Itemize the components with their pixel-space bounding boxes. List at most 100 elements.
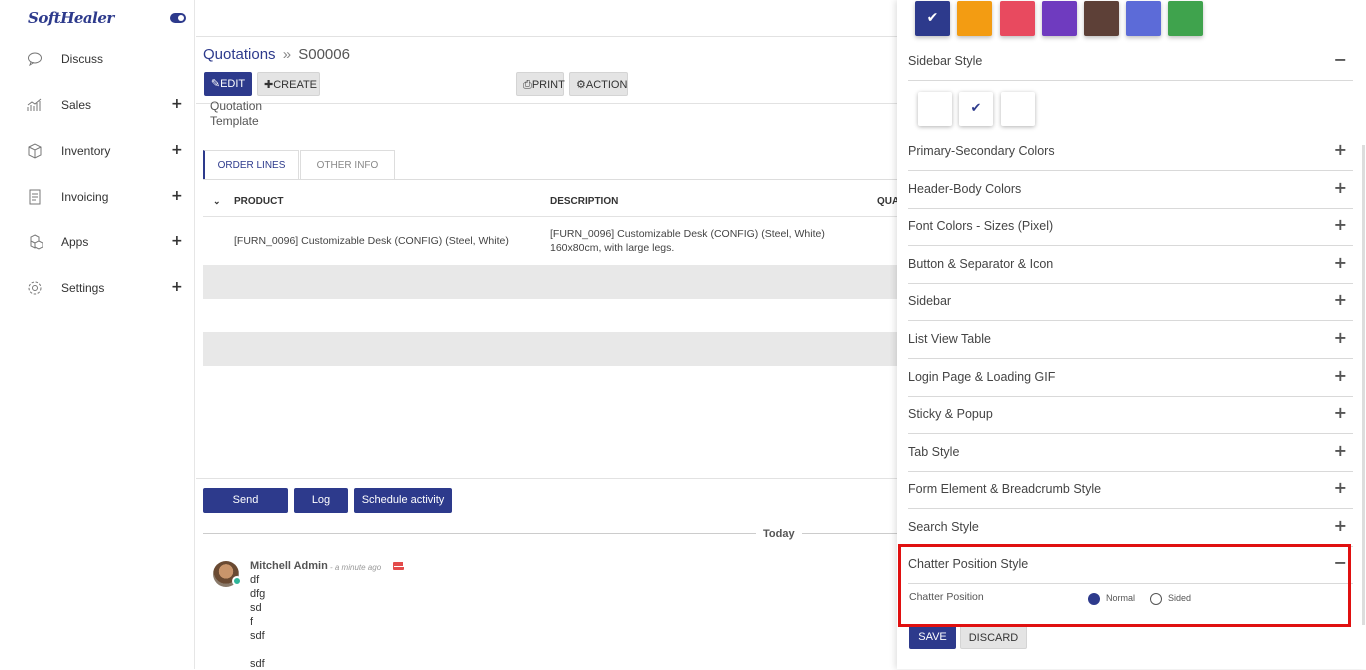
expand-icon[interactable]: +: [1334, 441, 1347, 460]
color-swatch-pink[interactable]: [1000, 1, 1035, 36]
section-primary-secondary-colors[interactable]: Primary-Secondary Colors +: [908, 134, 1353, 171]
sidebar-style-option-1[interactable]: [918, 92, 952, 126]
breadcrumb: Quotations » S00006: [203, 46, 350, 63]
action-button[interactable]: ⚙ACTION: [569, 72, 628, 96]
save-button[interactable]: SAVE: [909, 625, 956, 649]
message-author[interactable]: Mitchell Admin: [250, 560, 328, 572]
sidebar-item-discuss[interactable]: Discuss: [0, 45, 195, 75]
chevron-down-icon[interactable]: ⌄: [213, 196, 221, 207]
apps-icon: [26, 234, 44, 252]
sidebar-item-invoicing[interactable]: Invoicing +: [0, 183, 195, 213]
tab-other-info[interactable]: OTHER INFO: [300, 150, 395, 180]
radio-sided[interactable]: [1150, 593, 1162, 605]
sidebar-item-inventory[interactable]: Inventory +: [0, 137, 195, 167]
section-title: Sidebar Style: [908, 54, 983, 68]
sidebar-item-label: Discuss: [61, 52, 104, 66]
expand-icon[interactable]: +: [1334, 215, 1347, 234]
section-tab-style[interactable]: Tab Style +: [908, 435, 1353, 472]
sidebar-toggle[interactable]: [170, 13, 186, 23]
message-line: sd: [250, 602, 262, 614]
color-swatch-orange[interactable]: [957, 1, 992, 36]
expand-icon[interactable]: +: [1334, 140, 1347, 159]
section-list-view-table[interactable]: List View Table +: [908, 322, 1353, 359]
discuss-icon: [26, 51, 44, 69]
section-title: Login Page & Loading GIF: [908, 370, 1056, 384]
divider: [196, 103, 898, 104]
softhealer-logo[interactable]: SoftHealer: [28, 9, 114, 27]
expand-icon[interactable]: +: [1334, 366, 1347, 385]
color-swatch-green[interactable]: [1168, 1, 1203, 36]
create-button[interactable]: ✚CREATE: [257, 72, 320, 96]
sidebar-style-option-2[interactable]: ✔: [959, 92, 993, 126]
column-header-product[interactable]: PRODUCT: [234, 196, 283, 207]
color-swatch-blue[interactable]: [1126, 1, 1161, 36]
sidebar-item-settings[interactable]: Settings +: [0, 274, 195, 304]
message-line: f: [250, 616, 254, 628]
plus-icon: ✚: [264, 79, 274, 91]
cell-description-line2: 160x80cm, with large legs.: [550, 242, 675, 254]
section-title: Button & Separator & Icon: [908, 257, 1054, 271]
section-title: Tab Style: [908, 445, 960, 459]
expand-icon[interactable]: +: [171, 279, 183, 295]
expand-icon[interactable]: +: [1334, 253, 1347, 272]
breadcrumb-quotations-link[interactable]: Quotations: [203, 46, 276, 63]
highlight-box: [898, 544, 1351, 627]
create-label: CREATE: [273, 79, 318, 91]
section-title: Sticky & Popup: [908, 407, 993, 421]
message-line: sdf: [250, 658, 265, 670]
collapse-icon[interactable]: −: [1334, 50, 1347, 69]
discard-button[interactable]: DISCARD: [960, 625, 1027, 649]
section-sticky-popup[interactable]: Sticky & Popup +: [908, 397, 1353, 434]
section-font-colors-sizes-pixel[interactable]: Font Colors - Sizes (Pixel) +: [908, 209, 1353, 246]
section-title: Primary-Secondary Colors: [908, 144, 1055, 158]
section-header-body-colors[interactable]: Header-Body Colors +: [908, 172, 1353, 209]
expand-icon[interactable]: +: [1334, 516, 1347, 535]
send-message-button[interactable]: Send message: [203, 488, 288, 530]
expand-icon[interactable]: +: [171, 233, 183, 249]
expand-icon[interactable]: +: [1334, 178, 1347, 197]
column-header-quantity[interactable]: QUA: [877, 196, 899, 207]
breadcrumb-separator: »: [282, 46, 292, 63]
section-sidebar[interactable]: Sidebar +: [908, 284, 1353, 321]
sales-icon: [26, 97, 44, 115]
expand-icon[interactable]: +: [1334, 403, 1347, 422]
color-swatch-navy[interactable]: ✔: [915, 1, 950, 36]
radio-normal-label: Normal: [1106, 593, 1136, 603]
sidebar-style-option-3[interactable]: [1001, 92, 1035, 126]
column-header-description[interactable]: DESCRIPTION: [550, 196, 618, 207]
sidebar-item-apps[interactable]: Apps +: [0, 228, 195, 258]
section-search-style[interactable]: Search Style +: [908, 510, 1353, 547]
expand-icon[interactable]: +: [171, 188, 183, 204]
radio-normal[interactable]: [1088, 593, 1100, 605]
edit-label: EDIT: [220, 78, 246, 90]
chatter-divider: [196, 478, 898, 479]
tab-underline: [203, 179, 898, 180]
section-login-page-loading-gif[interactable]: Login Page & Loading GIF +: [908, 360, 1353, 397]
section-button-separator-icon[interactable]: Button & Separator & Icon +: [908, 247, 1353, 284]
sidebar-item-label: Sales: [61, 98, 92, 112]
panel-scrollbar[interactable]: [1362, 145, 1365, 625]
print-button[interactable]: ⎙PRINT: [516, 72, 565, 96]
section-form-element-breadcrumb-style[interactable]: Form Element & Breadcrumb Style +: [908, 472, 1353, 509]
sidebar-item-sales[interactable]: Sales +: [0, 91, 195, 121]
pencil-icon: ✎: [210, 78, 221, 90]
schedule-activity-button[interactable]: Schedule activity: [354, 488, 452, 513]
divider: [203, 533, 756, 534]
color-swatch-purple[interactable]: [1042, 1, 1077, 36]
expand-icon[interactable]: +: [1334, 328, 1347, 347]
edit-button[interactable]: ✎EDIT: [204, 72, 252, 96]
expand-icon[interactable]: +: [171, 142, 183, 158]
expand-icon[interactable]: +: [1334, 290, 1347, 309]
tab-order-lines[interactable]: ORDER LINES: [203, 150, 299, 180]
expand-icon[interactable]: +: [1334, 478, 1347, 497]
invoicing-icon: [26, 189, 44, 207]
color-swatch-brown[interactable]: [1084, 1, 1119, 36]
check-icon: ✔: [970, 101, 982, 116]
section-title: Form Element & Breadcrumb Style: [908, 482, 1102, 496]
quotation-template-label: Quotation Template: [210, 99, 263, 128]
cell-description-line1: [FURN_0096] Customizable Desk (CONFIG) (…: [550, 228, 825, 240]
section-sidebar-style[interactable]: Sidebar Style −: [908, 44, 1353, 81]
expand-icon[interactable]: +: [171, 96, 183, 112]
message-line: sdf: [250, 630, 265, 642]
log-note-button[interactable]: Log note: [294, 488, 348, 530]
